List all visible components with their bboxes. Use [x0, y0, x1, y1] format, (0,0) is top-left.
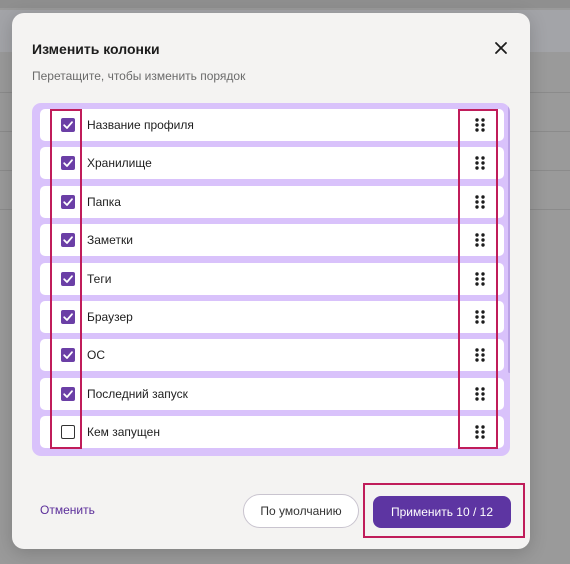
column-row[interactable]: Кем запущен	[40, 416, 504, 449]
drag-handle-icon[interactable]	[474, 117, 486, 133]
drag-handle-icon[interactable]	[474, 271, 486, 287]
column-row[interactable]: Папка	[40, 185, 504, 218]
drag-handle-icon[interactable]	[474, 309, 486, 325]
check-icon	[63, 159, 73, 168]
column-checkbox[interactable]	[61, 194, 75, 209]
column-row[interactable]: Заметки	[40, 224, 504, 257]
check-icon	[63, 313, 73, 321]
check-icon	[63, 274, 73, 283]
check-icon	[63, 390, 73, 398]
dialog-subtitle: Перетащите, чтобы изменить порядок	[32, 69, 246, 83]
column-label: ОС	[87, 348, 105, 363]
drag-handle-icon[interactable]	[474, 194, 486, 210]
drag-handle-icon[interactable]	[474, 155, 486, 171]
close-button[interactable]	[490, 37, 512, 59]
drag-handle-icon[interactable]	[474, 424, 486, 440]
column-label: Теги	[87, 271, 112, 286]
check-icon	[63, 121, 73, 129]
column-row[interactable]: ОС	[40, 339, 504, 372]
check-icon	[63, 351, 73, 360]
column-row[interactable]: Название профиля	[40, 109, 504, 141]
drag-handle-icon[interactable]	[474, 232, 486, 248]
column-label: Папка	[87, 194, 121, 209]
dialog-title: Изменить колонки	[32, 41, 160, 57]
drag-handle-icon[interactable]	[474, 386, 486, 402]
column-label: Хранилище	[87, 156, 152, 171]
background-topbar	[0, 0, 570, 8]
column-row[interactable]: Последний запуск	[40, 377, 504, 410]
close-icon	[495, 42, 507, 54]
cancel-button[interactable]: Отменить	[40, 503, 95, 517]
column-label: Заметки	[87, 233, 133, 248]
column-label: Название профиля	[87, 118, 194, 132]
column-label: Кем запущен	[87, 425, 160, 440]
list-scrollbar[interactable]	[508, 105, 510, 373]
reset-default-button[interactable]: По умолчанию	[243, 494, 359, 528]
check-icon	[63, 236, 73, 245]
column-checkbox[interactable]	[61, 425, 75, 440]
column-checkbox[interactable]	[61, 310, 75, 324]
edit-columns-dialog: Изменить колонки Перетащите, чтобы измен…	[12, 13, 530, 549]
column-checkbox[interactable]	[61, 386, 75, 401]
column-label: Последний запуск	[87, 386, 188, 401]
drag-handle-icon[interactable]	[474, 347, 486, 363]
column-checkbox[interactable]	[61, 118, 75, 132]
check-icon	[63, 198, 73, 206]
column-list: Название профиля Хранилище Папка Заметки Тег…	[32, 103, 510, 456]
column-checkbox[interactable]	[61, 156, 75, 171]
column-row[interactable]: Браузер	[40, 301, 504, 333]
apply-button[interactable]: Применить 10 / 12	[373, 496, 511, 528]
column-checkbox[interactable]	[61, 348, 75, 363]
column-label: Браузер	[87, 310, 133, 324]
column-checkbox[interactable]	[61, 271, 75, 286]
column-row[interactable]: Хранилище	[40, 147, 504, 180]
column-row[interactable]: Теги	[40, 262, 504, 295]
column-checkbox[interactable]	[61, 233, 75, 248]
